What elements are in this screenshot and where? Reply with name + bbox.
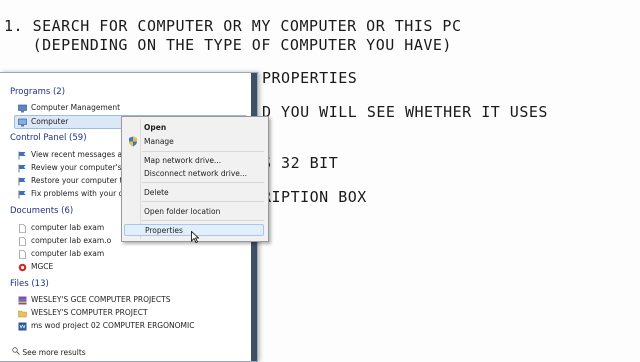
result-document-mgce[interactable]: MGCE bbox=[18, 261, 53, 273]
result-label: Fix problems with your com bbox=[31, 189, 135, 198]
instruction-line-4: S 32 BIT bbox=[262, 154, 339, 172]
document-icon bbox=[18, 249, 27, 259]
result-label: computer lab exam bbox=[31, 223, 105, 232]
mouse-cursor-icon bbox=[191, 228, 200, 244]
result-restore-computer[interactable]: Restore your computer to a bbox=[18, 175, 134, 187]
result-file[interactable]: ms wod project 02 COMPUTER ERGONOMIC bbox=[18, 320, 194, 332]
result-label: Computer Management bbox=[31, 103, 121, 112]
result-file[interactable]: WESLEY'S GCE COMPUTER PROJECTS bbox=[18, 294, 171, 306]
context-menu: Open Manage Map network drive... Disconn… bbox=[121, 116, 269, 242]
menu-item-map-network-drive[interactable]: Map network drive... bbox=[144, 156, 221, 165]
menu-item-label: Manage bbox=[144, 137, 174, 146]
see-more-results-link[interactable]: See more results bbox=[12, 347, 86, 357]
instruction-line-5: RIPTION BOX bbox=[262, 188, 367, 206]
menu-separator bbox=[142, 220, 264, 221]
result-document[interactable]: computer lab exam.o bbox=[18, 235, 111, 247]
instruction-line-2: PROPERTIES bbox=[262, 69, 358, 87]
menu-item-open-folder-location[interactable]: Open folder location bbox=[144, 207, 220, 216]
folder-icon bbox=[18, 309, 27, 318]
result-label: ms wod project 02 COMPUTER ERGONOMIC bbox=[31, 321, 195, 330]
document-icon bbox=[18, 223, 27, 233]
shield-icon bbox=[128, 136, 138, 149]
result-document[interactable]: computer lab exam bbox=[18, 222, 104, 234]
result-computer-management[interactable]: Computer Management bbox=[18, 102, 120, 114]
menu-item-delete[interactable]: Delete bbox=[144, 188, 169, 197]
result-label: computer lab exam.o bbox=[31, 236, 112, 245]
menu-separator bbox=[142, 201, 264, 202]
result-label: computer lab exam bbox=[31, 249, 105, 258]
control-panel-header[interactable]: Control Panel (59) bbox=[10, 133, 87, 143]
menu-item-disconnect-network-drive[interactable]: Disconnect network drive... bbox=[144, 169, 247, 178]
computer-icon bbox=[18, 118, 27, 127]
result-label: Computer bbox=[31, 117, 69, 126]
result-label: Restore your computer to a bbox=[31, 176, 135, 185]
document-icon bbox=[18, 236, 27, 246]
archive-icon bbox=[18, 296, 27, 305]
menu-separator bbox=[142, 151, 264, 152]
menu-item-open[interactable]: Open bbox=[144, 123, 166, 132]
result-file[interactable]: WESLEY'S COMPUTER PROJECT bbox=[18, 307, 148, 319]
instruction-line-3: D YOU WILL SEE WHETHER IT USES bbox=[262, 103, 548, 121]
result-label: WESLEY'S COMPUTER PROJECT bbox=[31, 308, 148, 317]
result-document[interactable]: computer lab exam bbox=[18, 248, 104, 260]
programs-header[interactable]: Programs (2) bbox=[10, 87, 65, 97]
see-more-label: See more results bbox=[22, 348, 86, 357]
red-circle-icon bbox=[18, 263, 27, 272]
menu-item-manage[interactable]: Manage bbox=[129, 136, 174, 147]
result-fix-problems[interactable]: Fix problems with your com bbox=[18, 188, 135, 200]
instruction-line-1: 1. SEARCH FOR COMPUTER OR MY COMPUTER OR… bbox=[4, 17, 462, 35]
flag-icon bbox=[18, 151, 27, 160]
flag-icon bbox=[18, 177, 27, 186]
result-label: MGCE bbox=[31, 262, 54, 271]
computer-management-icon bbox=[18, 104, 27, 113]
menu-separator bbox=[142, 182, 264, 183]
flag-icon bbox=[18, 190, 27, 199]
documents-header[interactable]: Documents (6) bbox=[10, 206, 73, 216]
instruction-line-1b: (DEPENDING ON THE TYPE OF COMPUTER YOU H… bbox=[4, 36, 452, 54]
flag-icon bbox=[18, 164, 27, 173]
search-icon bbox=[12, 347, 20, 357]
files-header[interactable]: Files (13) bbox=[10, 279, 49, 289]
word-document-icon bbox=[18, 322, 27, 331]
context-menu-gutter bbox=[140, 119, 141, 239]
result-label: WESLEY'S GCE COMPUTER PROJECTS bbox=[31, 295, 171, 304]
